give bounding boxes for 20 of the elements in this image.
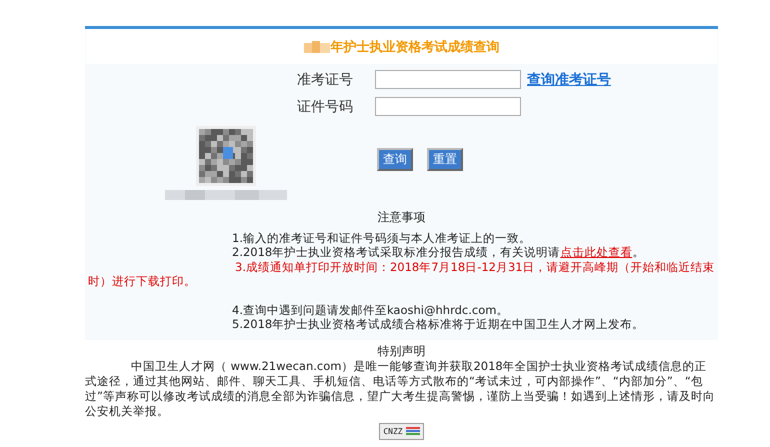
page-title: 年护士执业资格考试成绩查询	[330, 38, 500, 56]
statement-text: 中国卫生人才网（ www.21wecan.com）是唯一能够查询并获取2018年全国护士执业资格考试成绩信息的正式途径，通过其他网站、邮件、聊天工具、手机短信、电话等方式散布的“考试未过，可内部操作”、“内部加分”、“包过”等声称可以修改考试成绩的消息全部为诈骗信息，望广大考生提高警惕，谨防上当受骗！如遇到上述情形，请及时向公安机关举报。	[85, 358, 716, 418]
notice-text: 1.输入的准考证号和证件号码须与本人准考证上的一致。	[231, 230, 532, 245]
field-label: 准考证号	[297, 70, 354, 88]
qr-code-icon	[196, 126, 256, 186]
detail-link[interactable]: 点击此处查看	[560, 245, 632, 259]
form-button[interactable]: 重置	[427, 148, 463, 171]
field-label: 证件号码	[297, 98, 354, 116]
notice-text: 5.2018年护士执业资格考试成绩合格标准将于近期在中国卫生人才网上发布。	[231, 317, 646, 332]
input-field[interactable]	[375, 70, 521, 89]
input-field[interactable]	[375, 97, 521, 116]
notice-text: 4.查询中遇到问题请发邮件至kaoshi@hhrdc.com。	[231, 302, 510, 317]
notice-text: 3.成绩通知单打印开放时间：2018年7月18日-12月31日，请避开高峰期（开始和临近结束时）进行下载打印。	[87, 260, 716, 288]
notice-text: 2.2018年护士执业资格考试采取标准分报告成绩，有关说明请 点击此处查看。	[231, 245, 646, 260]
redacted-mark	[304, 40, 330, 52]
counter-badge[interactable]: CNZZ	[379, 422, 424, 440]
statement-title: 特别声明	[376, 344, 426, 358]
form-button[interactable]: 查询	[377, 148, 413, 171]
lookup-link[interactable]: 查询准考证号	[527, 70, 611, 88]
notice-title: 注意事项	[376, 210, 426, 224]
